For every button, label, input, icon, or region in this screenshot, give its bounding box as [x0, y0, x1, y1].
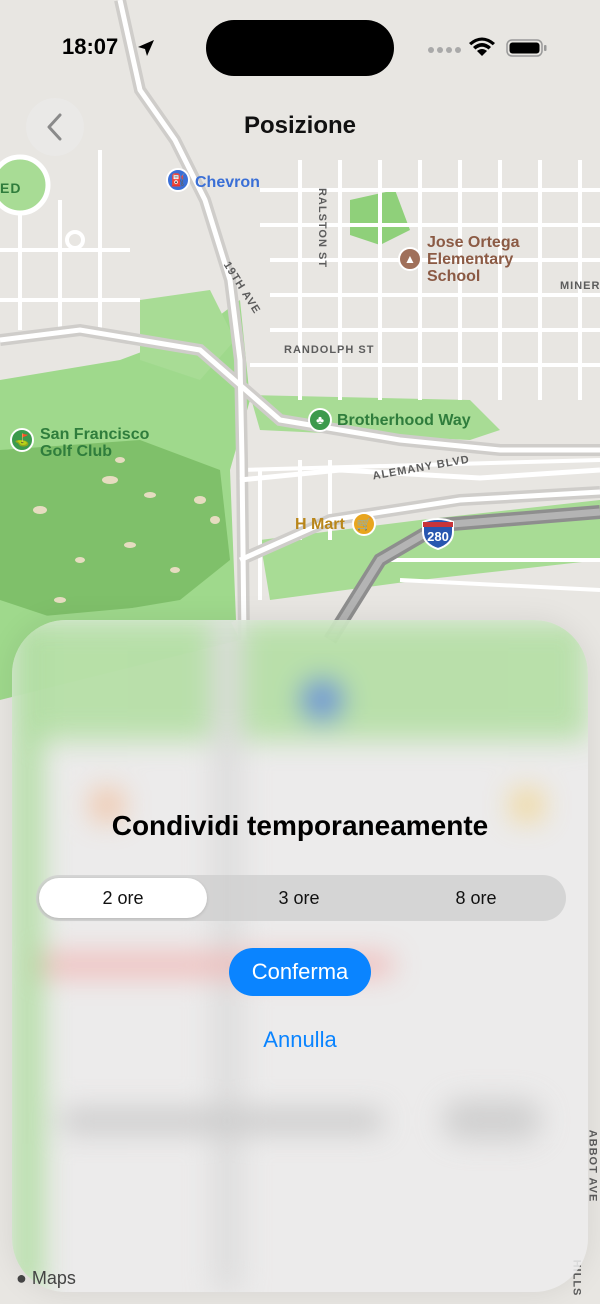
- park-icon[interactable]: ♣: [308, 408, 332, 432]
- street-label-ralston: RALSTON ST: [316, 187, 329, 269]
- dynamic-island: [206, 20, 394, 76]
- location-arrow-icon: [138, 40, 154, 56]
- share-duration-sheet: Condividi temporaneamente 2 ore 3 ore 8 …: [12, 620, 588, 1292]
- street-label-randolph: RANDOLPH ST: [284, 344, 375, 356]
- duration-segmented-control: 2 ore 3 ore 8 ore: [36, 875, 566, 921]
- map-label-golf-club[interactable]: San Francisco Golf Club: [40, 426, 149, 460]
- street-label-ed: ED: [0, 180, 22, 196]
- highway-shield-icon: 280: [420, 518, 456, 551]
- apple-logo-icon: ●: [16, 1268, 27, 1288]
- maps-attribution[interactable]: ● Maps: [16, 1268, 76, 1289]
- school-icon[interactable]: ▲: [398, 247, 422, 271]
- page-title: Posizione: [243, 112, 357, 139]
- segment-8-hours[interactable]: 8 ore: [391, 878, 561, 918]
- map-label-school[interactable]: Jose Ortega Elementary School: [427, 234, 519, 285]
- segment-2-hours[interactable]: 2 ore: [39, 878, 207, 918]
- cancel-button[interactable]: Annulla: [12, 1027, 588, 1053]
- battery-icon: [506, 39, 547, 57]
- gas-station-icon[interactable]: ⛽: [166, 168, 190, 192]
- golf-icon[interactable]: ⛳: [10, 428, 34, 452]
- wifi-icon: [469, 37, 495, 56]
- status-time: 18:07: [62, 34, 119, 59]
- sheet-title: Condividi temporaneamente: [111, 810, 489, 841]
- confirm-button[interactable]: Conferma: [229, 948, 371, 996]
- shopping-cart-icon[interactable]: 🛒: [352, 512, 376, 536]
- map-label-chevron[interactable]: Chevron: [195, 174, 260, 191]
- map-label-hmart[interactable]: H Mart: [295, 516, 345, 533]
- cellular-signal-icon: [428, 47, 461, 53]
- segment-3-hours[interactable]: 3 ore: [214, 878, 384, 918]
- street-label-miner: MINER: [560, 280, 600, 292]
- street-label-abbot: ABBOT AVE: [586, 1129, 599, 1203]
- map-label-brotherhood-way[interactable]: Brotherhood Way: [337, 412, 471, 429]
